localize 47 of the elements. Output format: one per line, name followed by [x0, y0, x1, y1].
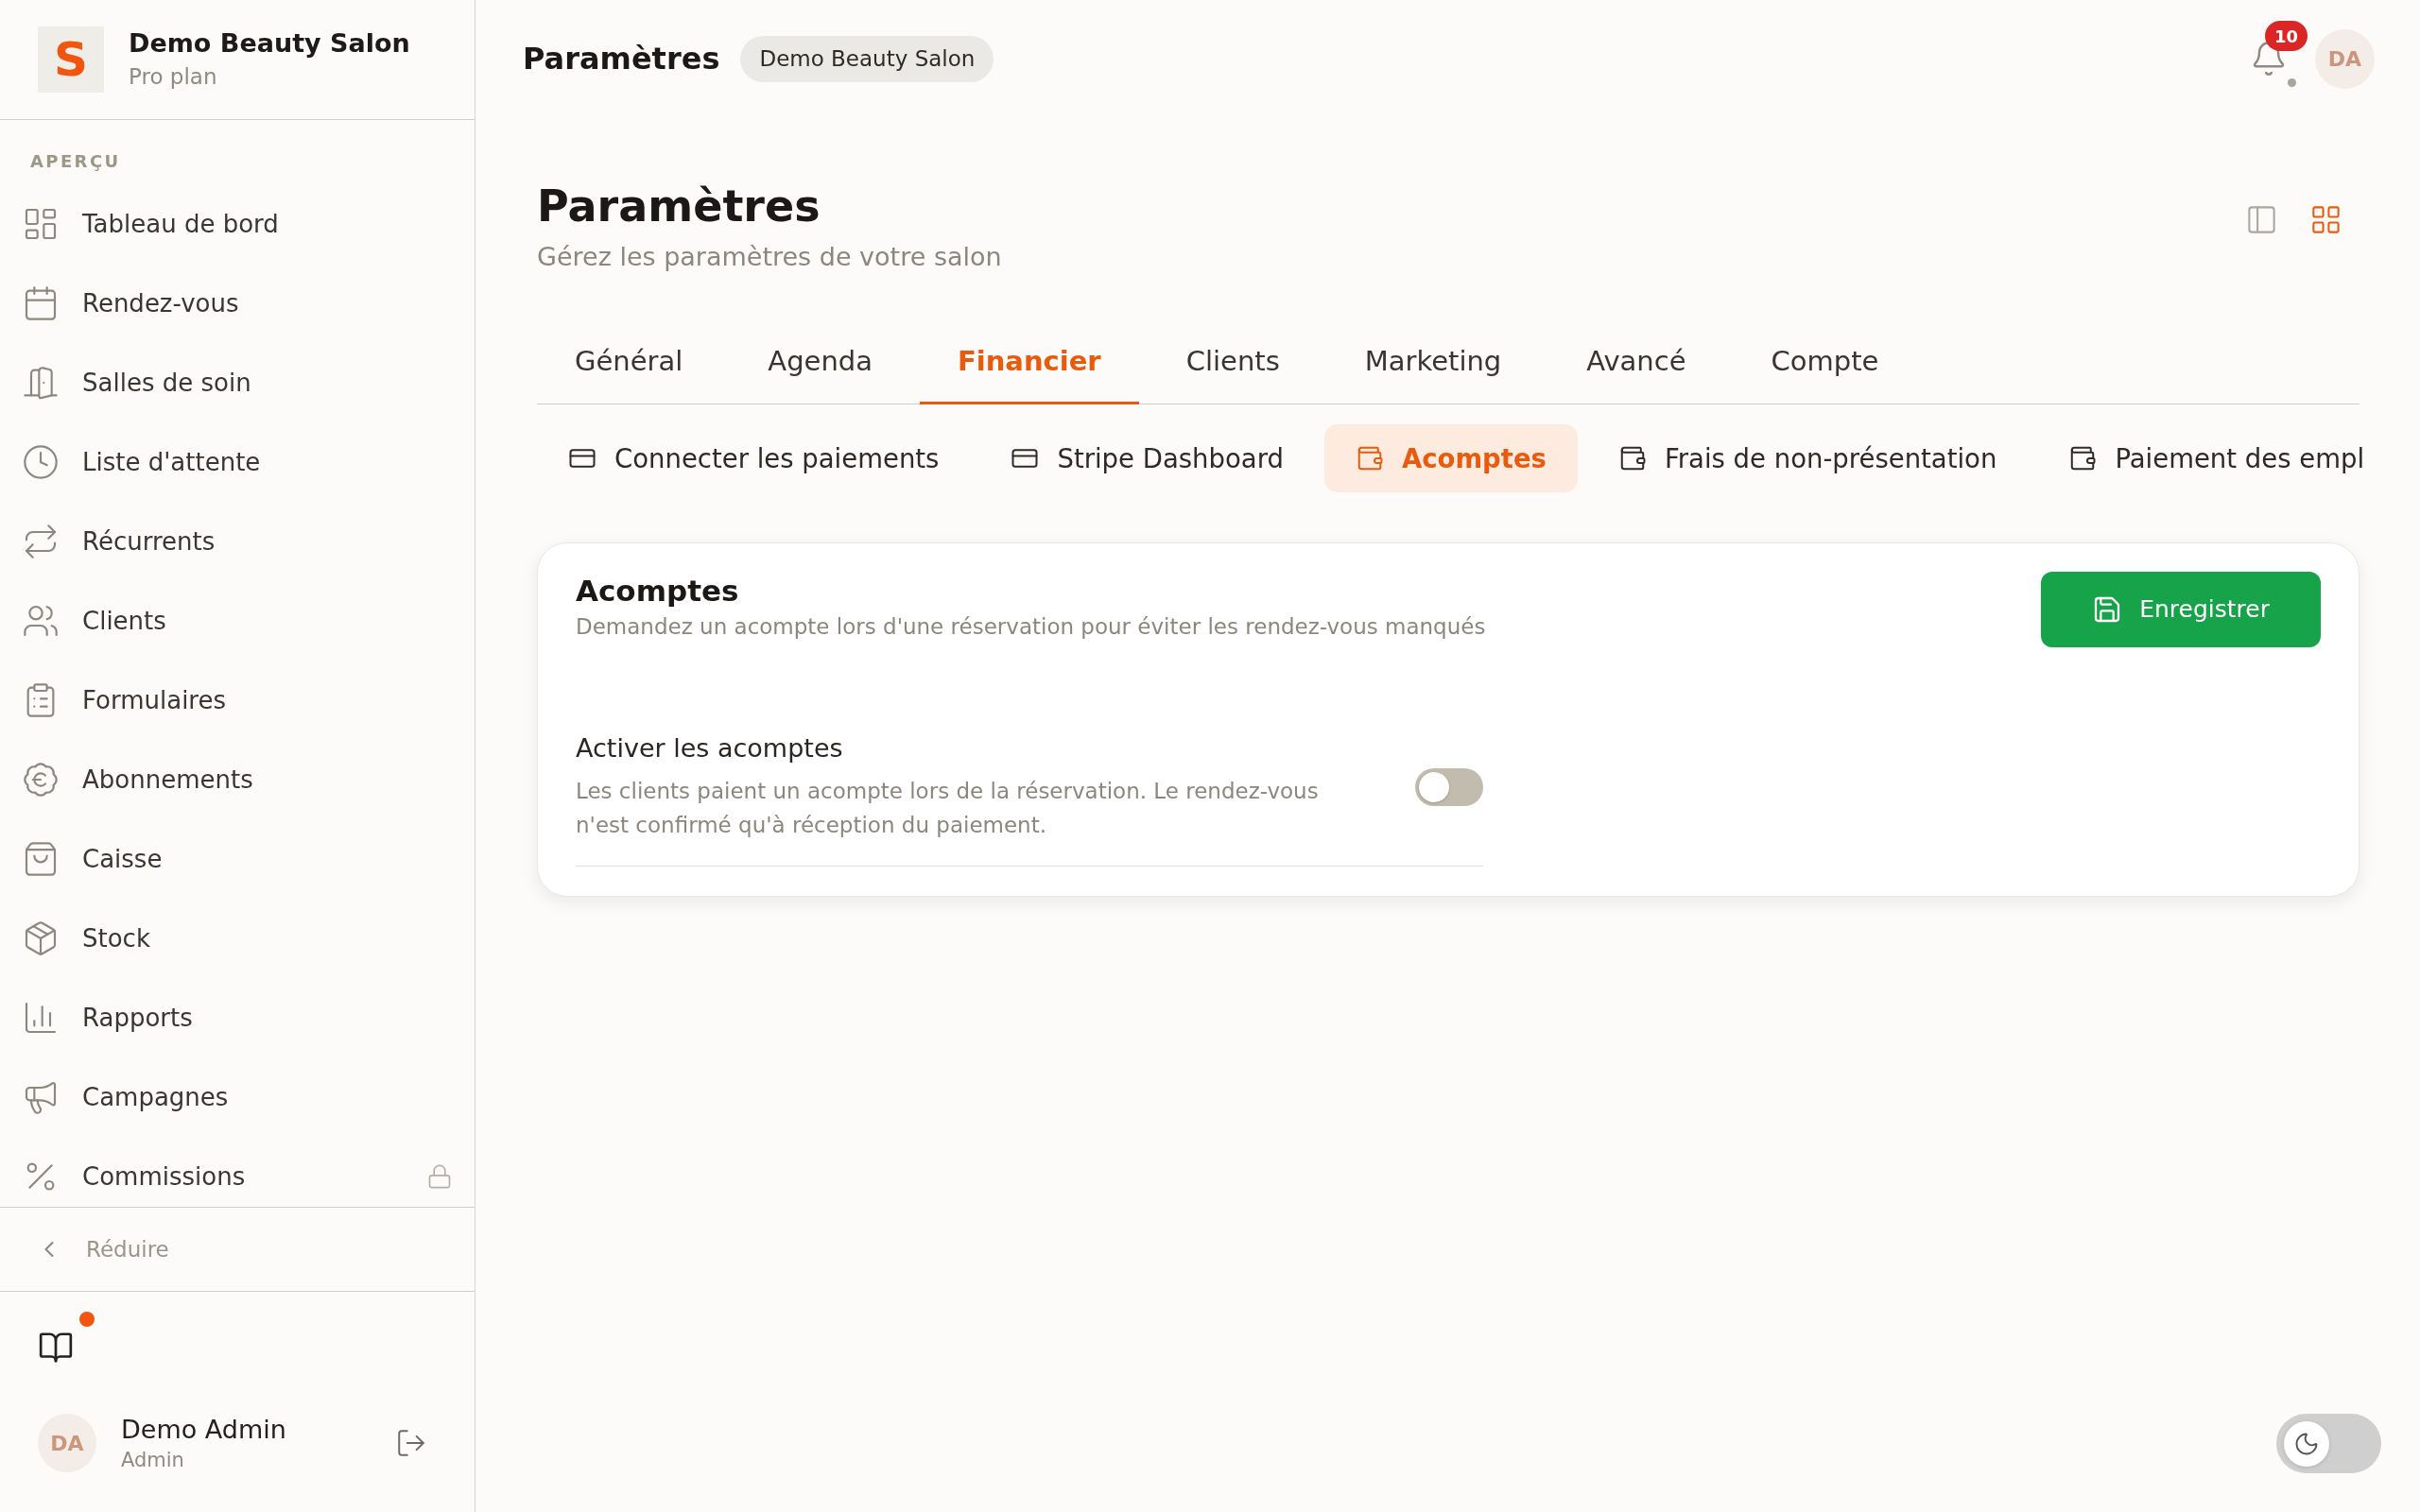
salon-name: Demo Beauty Salon: [129, 28, 410, 59]
notification-count: 10: [2265, 21, 2308, 51]
user-name: Demo Admin: [121, 1414, 286, 1446]
sidebar-item[interactable]: Rapports: [22, 996, 453, 1040]
sidebar-item[interactable]: Caisse: [22, 837, 453, 881]
setting-description: Les clients paient un acompte lors de la réservation. Le rendez-vous n'est confirmé qu'à réception du paiement.: [576, 777, 1320, 839]
user-role: Admin: [121, 1448, 185, 1472]
sidebar-item[interactable]: Récurrents: [22, 520, 453, 563]
user-avatar: DA: [38, 1414, 96, 1472]
subtab[interactable]: Paiement des empl: [2037, 423, 2396, 492]
sidebar-item[interactable]: Stock: [22, 917, 453, 960]
page-subtitle: Gérez les paramètres de votre salon: [537, 242, 1002, 272]
toggle-switch[interactable]: [1415, 767, 1483, 806]
sidebar-item[interactable]: Tableau de bord: [22, 202, 453, 246]
sidebar-item[interactable]: Salles de soin: [22, 361, 453, 404]
logo: S: [38, 26, 104, 93]
page-title: Paramètres: [537, 180, 821, 232]
tab[interactable]: Compte: [1733, 318, 1917, 404]
setting-label: Activer les acomptes: [576, 731, 844, 765]
door-icon: [22, 364, 60, 402]
logout-button[interactable]: [395, 1427, 427, 1459]
tab[interactable]: Général: [537, 318, 721, 404]
tab[interactable]: Avancé: [1548, 318, 1724, 404]
status-dot-icon: [2288, 78, 2296, 87]
sidebar-item[interactable]: Formulaires: [22, 679, 453, 722]
sidebar-item[interactable]: Campagnes: [22, 1075, 453, 1119]
plan-label: Pro plan: [129, 63, 218, 91]
notifications-button[interactable]: 10: [2244, 21, 2310, 91]
salon-chip: Demo Beauty Salon: [740, 35, 994, 82]
tab[interactable]: Agenda: [730, 318, 910, 404]
clock-icon: [22, 443, 60, 481]
sidebar-item[interactable]: Rendez-vous: [22, 282, 453, 325]
header-title: Paramètres: [523, 41, 720, 77]
euro-icon: [22, 761, 60, 799]
sidebar-item[interactable]: Abonnements: [22, 758, 453, 801]
card-title: Acomptes: [576, 572, 740, 609]
tab[interactable]: Marketing: [1326, 318, 1540, 404]
logout-icon: [395, 1427, 427, 1459]
subtab[interactable]: Frais de non-présentation: [1586, 423, 2029, 492]
section-label: APERÇU: [30, 151, 122, 172]
sidebar-item[interactable]: Liste d'attente: [22, 440, 453, 484]
sidebar-item[interactable]: Clients: [22, 599, 453, 643]
tab[interactable]: Clients: [1148, 318, 1318, 404]
card-description: Demandez un acompte lors d'une réservation pour éviter les rendez-vous manqués: [576, 612, 1486, 640]
subtab[interactable]: Stripe Dashboard: [979, 423, 1315, 492]
subtab[interactable]: Connecter les paiements: [537, 423, 971, 492]
sidebar-item[interactable]: Commissions: [22, 1155, 453, 1198]
